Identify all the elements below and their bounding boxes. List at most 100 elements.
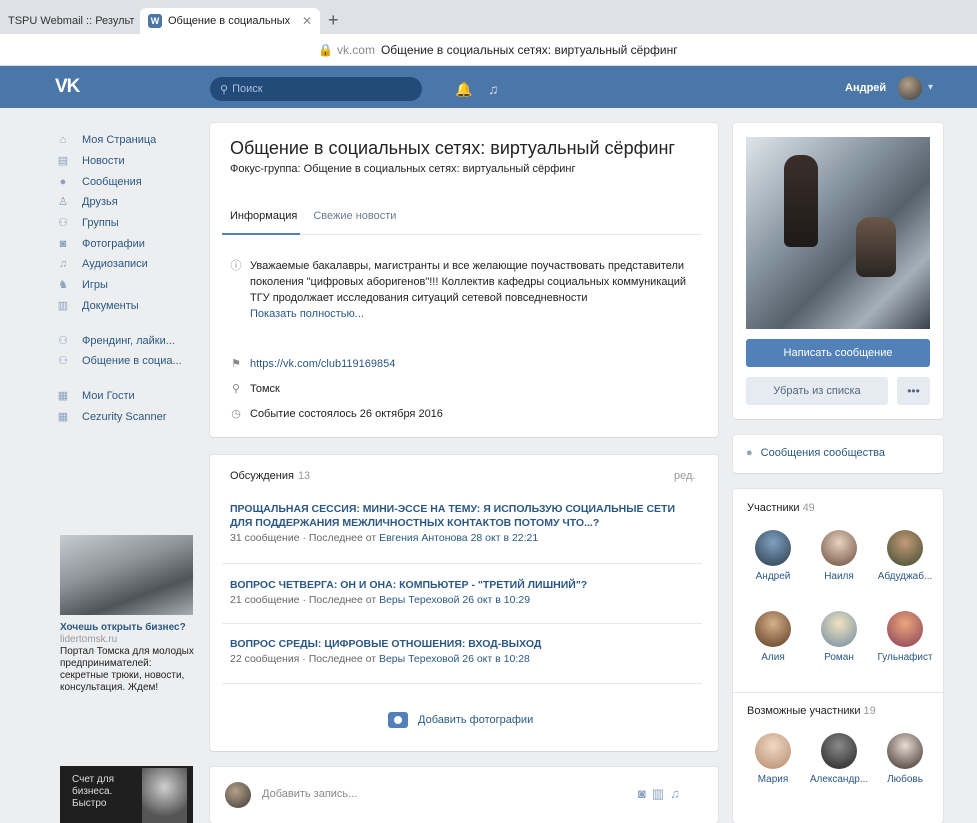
community-messages-link[interactable]: ● Сообщения сообщества	[746, 447, 885, 459]
tab-latest-news[interactable]: Свежие новости	[313, 210, 396, 222]
search-input[interactable]: ⚲ Поиск	[210, 77, 422, 101]
group-description: ⓘ Уважаемые бакалавры, магистранты и все…	[230, 258, 700, 322]
member-name[interactable]: Абдуджаб...	[872, 571, 938, 582]
member-item[interactable]: Андрей	[740, 530, 806, 582]
topic-meta-text: 21 сообщение · Последнее от	[230, 594, 377, 606]
menu-item-app-cezurity[interactable]: ▦ Cezurity Scanner	[57, 406, 207, 427]
discussion-topic[interactable]: ПРОЩАЛЬНАЯ СЕССИЯ: МИНИ-ЭССЕ НА ТЕМУ: Я …	[230, 502, 700, 544]
member-name[interactable]: Александр...	[806, 774, 872, 785]
close-tab-icon[interactable]: ✕	[302, 14, 312, 28]
menu-item-friends[interactable]: ♙ Друзья	[57, 192, 207, 213]
avatar[interactable]	[887, 530, 923, 566]
chevron-down-icon[interactable]: ▾	[928, 82, 933, 93]
member-name[interactable]: Андрей	[740, 571, 806, 582]
avatar[interactable]	[887, 611, 923, 647]
menu-item-label: Группы	[82, 217, 119, 230]
post-input[interactable]: Добавить запись...	[262, 788, 357, 800]
music-icon: ♫	[58, 258, 68, 271]
camera-icon[interactable]: ◙	[638, 786, 652, 801]
menu-item-audio[interactable]: ♫ Аудиозаписи	[57, 254, 207, 275]
member-item[interactable]: Любовь	[872, 733, 938, 785]
music-icon[interactable]: ♫	[488, 81, 499, 97]
avatar[interactable]	[898, 76, 922, 100]
header-user-name[interactable]: Андрей	[845, 82, 886, 94]
member-item[interactable]: Александр...	[806, 733, 872, 785]
lock-icon: 🔒	[318, 43, 333, 57]
menu-item-messages[interactable]: ● Сообщения	[57, 171, 207, 192]
page-title: Общение в социальных сетях: виртуальный …	[230, 138, 675, 158]
topic-title[interactable]: ВОПРОС СРЕДЫ: ЦИФРОВЫЕ ОТНОШЕНИЯ: ВХОД-В…	[230, 637, 700, 651]
menu-item-photos[interactable]: ◙ Фотографии	[57, 233, 207, 254]
address-page-title: Общение в социальных сетях: виртуальный …	[380, 43, 678, 57]
topic-title[interactable]: ПРОЩАЛЬНАЯ СЕССИЯ: МИНИ-ЭССЕ НА ТЕМУ: Я …	[230, 502, 700, 530]
new-tab-button[interactable]: +	[328, 10, 339, 31]
browser-tab-webmail[interactable]: TSPU Webmail :: Результ	[0, 8, 138, 34]
member-name[interactable]: Роман	[806, 652, 872, 663]
member-name[interactable]: Любовь	[872, 774, 938, 785]
member-item[interactable]: Алия	[740, 611, 806, 663]
more-actions-button[interactable]: •••	[897, 377, 930, 405]
bell-icon[interactable]: 🔔	[455, 81, 472, 98]
member-name[interactable]: Мария	[740, 774, 806, 785]
menu-item-group-frending[interactable]: ⚇ Френдинг, лайки...	[57, 330, 207, 351]
member-item[interactable]: Гульнафист	[872, 611, 938, 663]
menu-item-games[interactable]: ♞ Игры	[57, 275, 207, 296]
discussion-topic[interactable]: ВОПРОС ЧЕТВЕРГА: ОН И ОНА: КОМПЬЮТЕР - "…	[230, 578, 700, 606]
menu-item-label: Игры	[82, 279, 108, 292]
write-message-button[interactable]: Написать сообщение	[746, 339, 930, 367]
menu-item-group-obshchenie[interactable]: ⚇ Общение в социа...	[57, 351, 207, 372]
members-header[interactable]: Участники 49	[747, 502, 815, 514]
vk-logo[interactable]: VK	[55, 76, 80, 98]
news-icon: ▤	[57, 155, 69, 168]
member-item[interactable]: Мария	[740, 733, 806, 785]
ad-image[interactable]	[60, 535, 193, 615]
group-link[interactable]: https://vk.com/club119169854	[250, 356, 395, 372]
member-item[interactable]: Абдуджаб...	[872, 530, 938, 582]
topic-title[interactable]: ВОПРОС ЧЕТВЕРГА: ОН И ОНА: КОМПЬЮТЕР - "…	[230, 578, 700, 592]
menu-item-app-guests[interactable]: ▦ Мои Гости	[57, 386, 207, 407]
ad-text-block[interactable]: Хочешь открыть бизнес? lidertomsk.ru Пор…	[60, 622, 200, 694]
avatar[interactable]	[821, 530, 857, 566]
avatar[interactable]	[821, 733, 857, 769]
show-more-link[interactable]: Показать полностью...	[250, 306, 700, 322]
info-icon: ⓘ	[230, 260, 242, 272]
add-photos-label: Добавить фотографии	[418, 714, 534, 726]
topic-last-author[interactable]: Веры Тереховой 26 окт в 10:28	[379, 653, 530, 665]
avatar[interactable]	[755, 530, 791, 566]
topic-last-author[interactable]: Евгения Антонова 28 окт в 22:21	[379, 532, 538, 544]
menu-item-documents[interactable]: ▥ Документы	[57, 296, 207, 317]
discussion-topic[interactable]: ВОПРОС СРЕДЫ: ЦИФРОВЫЕ ОТНОШЕНИЯ: ВХОД-В…	[230, 637, 700, 665]
video-icon[interactable]: ▥	[652, 786, 670, 801]
browser-tab-vk[interactable]: W Общение в социальных ✕	[140, 8, 320, 34]
avatar[interactable]	[755, 733, 791, 769]
edit-link[interactable]: ред.	[674, 470, 695, 482]
tab-information[interactable]: Информация	[230, 210, 297, 222]
cover-figure-woman	[784, 155, 818, 247]
discussions-header[interactable]: Обсуждения 13	[230, 470, 310, 482]
menu-item-my-page[interactable]: ⌂ Моя Страница	[57, 130, 207, 151]
ad-title[interactable]: Хочешь открыть бизнес?	[60, 622, 200, 634]
community-messages-label: Сообщения сообщества	[760, 447, 885, 459]
member-item[interactable]: Наиля	[806, 530, 872, 582]
avatar[interactable]	[821, 611, 857, 647]
ad-banner-2[interactable]: Счет для бизнеса. Быстро	[60, 766, 193, 823]
avatar[interactable]	[755, 611, 791, 647]
member-item[interactable]: Роман	[806, 611, 872, 663]
active-tab-underline	[222, 233, 300, 235]
menu-item-groups[interactable]: ⚇ Группы	[57, 213, 207, 234]
remove-from-list-button[interactable]: Убрать из списка	[746, 377, 888, 405]
members-label: Участники	[747, 502, 800, 514]
address-text[interactable]: 🔒 vk.com Общение в социальных сетях: вирту…	[318, 43, 678, 57]
possible-members-header[interactable]: Возможные участники 19	[747, 705, 876, 717]
member-name[interactable]: Алия	[740, 652, 806, 663]
group-cover-image[interactable]	[746, 137, 930, 329]
music-icon[interactable]: ♫	[670, 786, 686, 801]
member-name[interactable]: Наиля	[806, 571, 872, 582]
menu-item-news[interactable]: ▤ Новости	[57, 151, 207, 172]
topic-last-author[interactable]: Веры Тереховой 26 окт в 10:29	[379, 594, 530, 606]
members-divider	[733, 692, 943, 693]
avatar[interactable]	[887, 733, 923, 769]
member-name[interactable]: Гульнафист	[872, 652, 938, 663]
add-photos-button[interactable]: Добавить фотографии	[388, 712, 533, 728]
ad-description: Портал Томска для молодых предпринимател…	[60, 646, 194, 693]
